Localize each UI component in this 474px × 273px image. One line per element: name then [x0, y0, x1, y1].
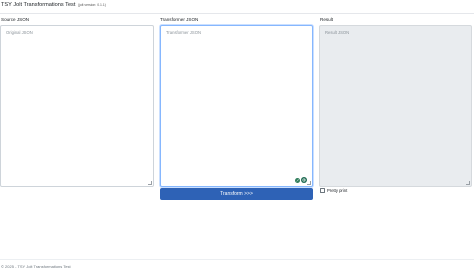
transformer-json-label: Transformer JSON: [160, 17, 199, 22]
app-brand[interactable]: TSY Jolt Transformations Test (jolt vers…: [1, 2, 106, 8]
resize-handle-icon[interactable]: [148, 181, 152, 185]
resize-handle-icon[interactable]: [307, 181, 311, 185]
result-json-placeholder: Result JSON: [325, 30, 350, 35]
footer: © 2025 - TSY Jolt Transformations Test: [0, 259, 474, 269]
footer-copyright: © 2025 - TSY Jolt Transformations Test: [1, 264, 71, 269]
source-json-placeholder: Original JSON: [6, 30, 33, 35]
transform-button[interactable]: Transform >>>: [160, 188, 313, 200]
edit-icon[interactable]: [295, 177, 300, 183]
app-title: TSY Jolt Transformations Test: [1, 2, 76, 8]
pretty-print-option[interactable]: Pretty print: [320, 188, 347, 193]
result-label: Result: [320, 17, 334, 22]
app-version: (jolt version: 0.1.1): [77, 3, 106, 7]
source-json-label: Source JSON: [1, 17, 30, 22]
result-json-textarea[interactable]: Result JSON: [319, 25, 472, 187]
pretty-print-label[interactable]: Pretty print: [327, 188, 347, 193]
source-json-textarea[interactable]: Original JSON: [0, 25, 154, 187]
transformer-json-placeholder: Transformer JSON: [166, 30, 201, 35]
textarea-tools: [295, 177, 307, 183]
resize-handle-icon[interactable]: [466, 181, 470, 185]
transformer-json-textarea[interactable]: Transformer JSON: [160, 25, 313, 187]
app-header: TSY Jolt Transformations Test (jolt vers…: [0, 0, 474, 14]
pretty-print-checkbox[interactable]: [320, 188, 325, 193]
